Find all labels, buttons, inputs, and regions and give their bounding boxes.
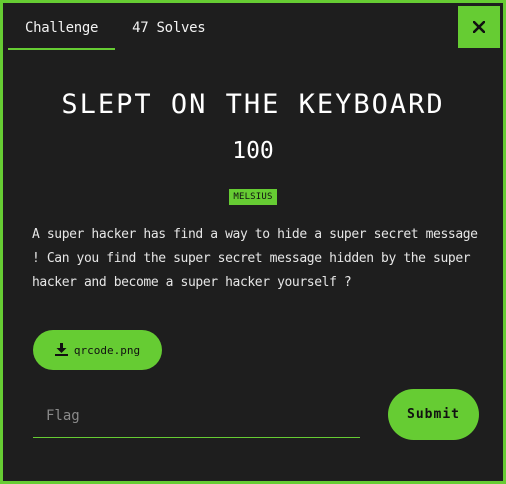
download-file-button[interactable]: qrcode.png bbox=[33, 330, 162, 370]
file-name: qrcode.png bbox=[73, 343, 141, 357]
close-icon bbox=[472, 18, 486, 37]
flag-input[interactable] bbox=[33, 395, 360, 438]
close-button[interactable] bbox=[458, 6, 500, 48]
challenge-modal: Challenge 47 Solves SLEPT ON THE KEYBOAR… bbox=[0, 0, 506, 484]
submit-button[interactable]: Submit bbox=[388, 389, 479, 440]
tab-bar: Challenge 47 Solves bbox=[8, 8, 222, 50]
author-badge: MELSIUS bbox=[229, 189, 277, 205]
tab-challenge[interactable]: Challenge bbox=[8, 8, 116, 50]
download-icon bbox=[54, 341, 68, 360]
tab-solves[interactable]: 47 Solves bbox=[115, 8, 222, 48]
challenge-points: 100 bbox=[232, 138, 274, 164]
challenge-title: SLEPT ON THE KEYBOARD bbox=[61, 89, 445, 120]
challenge-description: A super hacker has find a way to hide a … bbox=[32, 227, 478, 290]
author-badge-wrapper: MELSIUS bbox=[3, 184, 503, 205]
